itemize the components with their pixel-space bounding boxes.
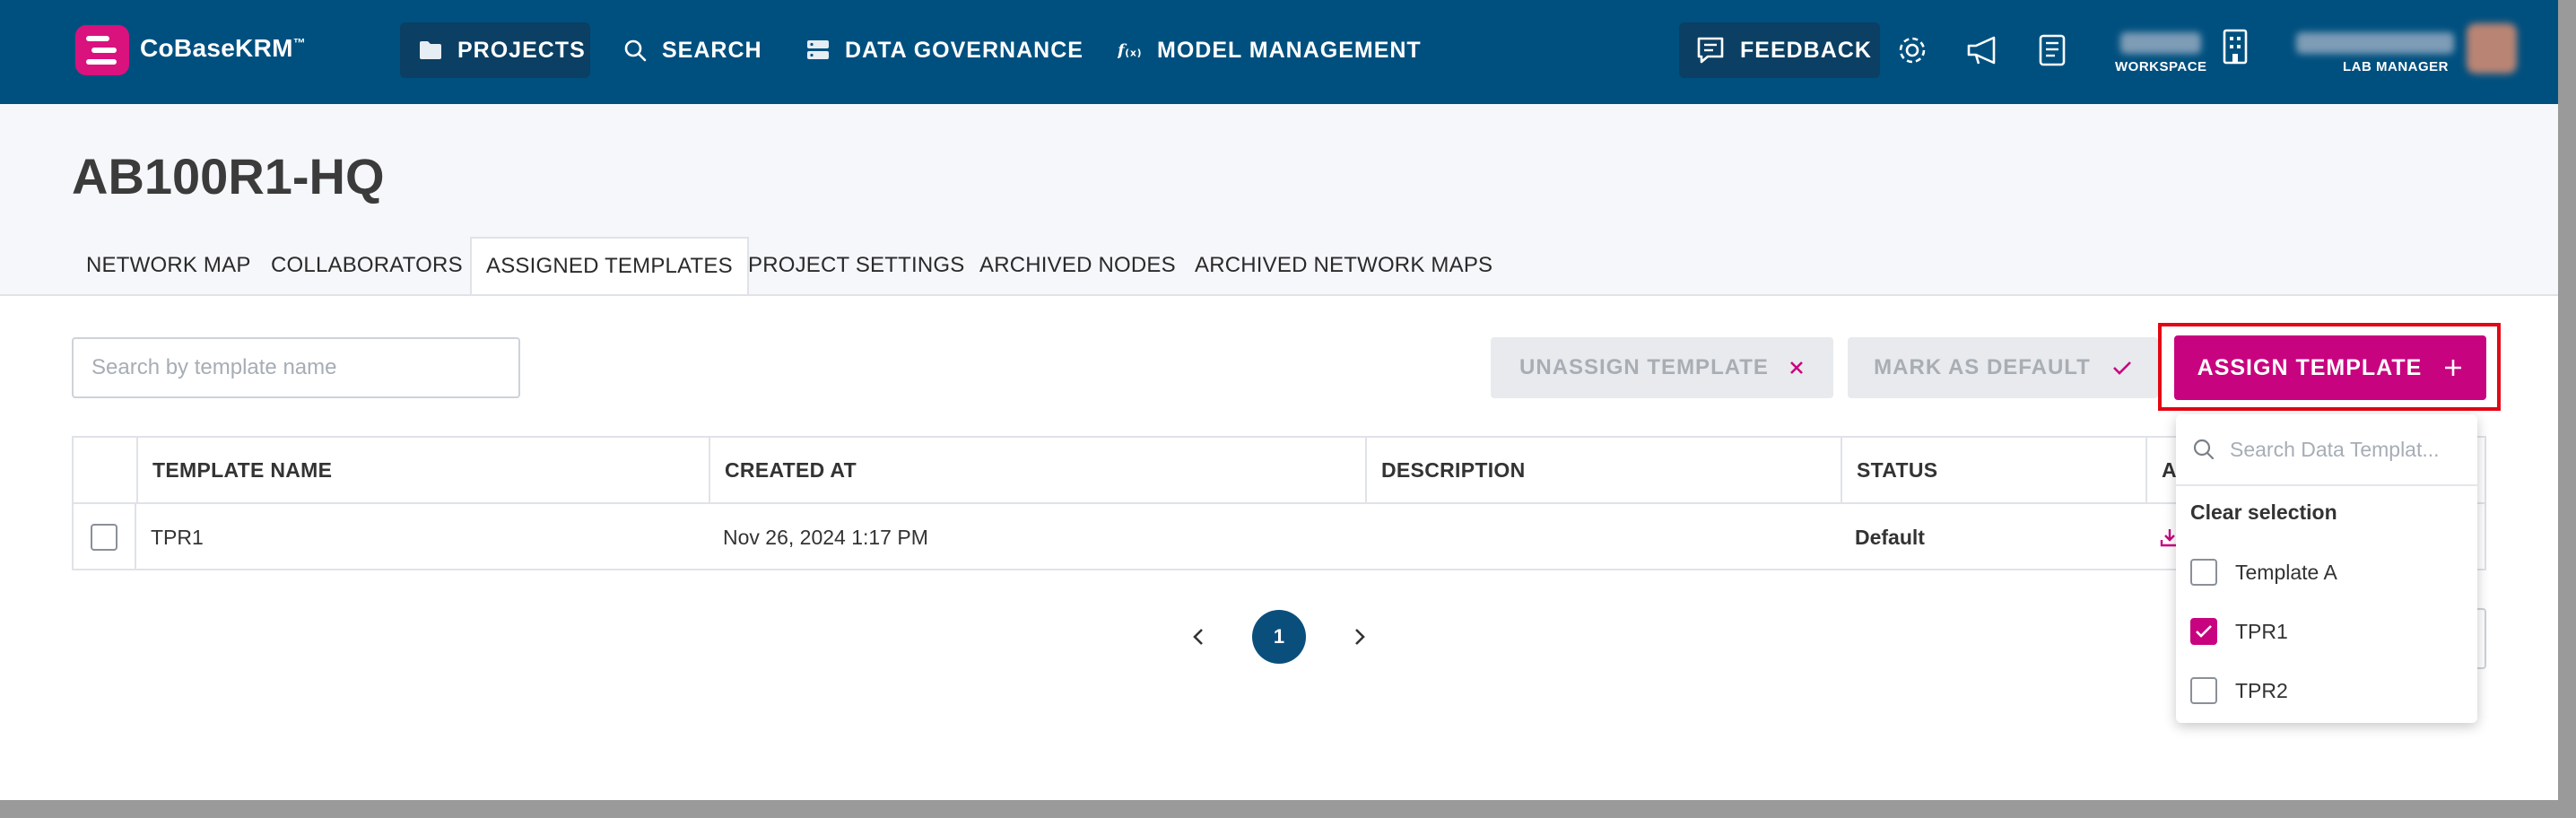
option-checkbox[interactable] — [2190, 559, 2217, 586]
option-tpr2[interactable]: TPR2 — [2190, 666, 2288, 716]
mark-as-default-button[interactable]: MARK AS DEFAULT — [1848, 337, 2158, 398]
tab-archived-nodes[interactable]: ARCHIVED NODES — [979, 239, 1176, 292]
assigned-templates-table: TEMPLATE NAME CREATED AT DESCRIPTION STA… — [72, 436, 2486, 570]
assign-template-dropdown: Search Data Templat... Clear selection T… — [2176, 414, 2477, 723]
tab-assigned-templates[interactable]: ASSIGNED TEMPLATES — [470, 237, 749, 294]
nav-projects[interactable]: PROJECTS — [400, 22, 590, 78]
column-template-name[interactable]: TEMPLATE NAME — [136, 438, 709, 502]
project-header: AB100R1-HQ NETWORK MAP COLLABORATORS ASS… — [0, 104, 2558, 296]
workspace-building-icon[interactable] — [2215, 27, 2255, 66]
nav-projects-label: PROJECTS — [457, 37, 586, 63]
settings-gear-icon[interactable] — [1893, 30, 1932, 70]
nav-model-management[interactable]: f (x) MODEL MANAGEMENT — [1118, 22, 1422, 78]
checkmark-icon — [2196, 625, 2212, 638]
option-checkbox[interactable] — [2190, 677, 2217, 704]
chevron-left-icon — [1193, 629, 1203, 645]
column-created-at[interactable]: CREATED AT — [709, 438, 1365, 502]
feedback-icon — [1695, 35, 1726, 65]
chevron-right-icon — [1355, 629, 1365, 645]
database-icon — [805, 38, 831, 63]
table-header: TEMPLATE NAME CREATED AT DESCRIPTION STA… — [74, 438, 2485, 504]
function-icon: f (x) — [1118, 38, 1143, 63]
tab-project-settings[interactable]: PROJECT SETTINGS — [748, 239, 964, 292]
search-icon — [622, 38, 648, 63]
app-window: CoBaseKRM™ PROJECTS SEARCH DATA GOVERNAN… — [0, 0, 2558, 800]
announcement-megaphone-icon[interactable] — [1964, 30, 2004, 70]
unassign-template-label: UNASSIGN TEMPLATE — [1519, 355, 1769, 379]
brand-logo-icon[interactable] — [75, 25, 129, 75]
highlight-annotation-box — [2158, 323, 2501, 411]
workspace-label: WORKSPACE — [2115, 59, 2207, 74]
pagination-prev-button[interactable] — [1171, 610, 1225, 664]
nav-search-label: SEARCH — [662, 37, 762, 63]
clear-selection-option[interactable]: Clear selection — [2190, 500, 2337, 525]
pagination-current-page[interactable]: 1 — [1252, 610, 1306, 664]
column-description[interactable]: DESCRIPTION — [1365, 438, 1841, 502]
nav-data-governance-label: DATA GOVERNANCE — [845, 37, 1083, 63]
folder-icon — [418, 38, 443, 63]
row-select-cell — [74, 504, 136, 570]
row-created-at: Nov 26, 2024 1:17 PM — [723, 525, 928, 549]
dropdown-search-input[interactable]: Search Data Templat... — [2176, 414, 2477, 486]
option-checkbox-checked[interactable] — [2190, 618, 2217, 645]
feedback-label: FEEDBACK — [1740, 37, 1872, 63]
row-template-name: TPR1 — [151, 525, 204, 549]
row-checkbox[interactable] — [91, 524, 117, 551]
svg-text:(x): (x) — [1125, 48, 1142, 59]
row-description — [1365, 504, 1379, 570]
option-template-a[interactable]: Template A — [2190, 547, 2337, 597]
row-action-cell — [2145, 504, 2180, 570]
option-label: TPR2 — [2235, 678, 2288, 702]
option-label: TPR1 — [2235, 619, 2288, 643]
user-role-label: LAB MANAGER — [2343, 59, 2449, 74]
nav-search[interactable]: SEARCH — [622, 22, 762, 78]
tab-collaborators[interactable]: COLLABORATORS — [271, 239, 463, 292]
nav-data-governance[interactable]: DATA GOVERNANCE — [805, 22, 1083, 78]
documentation-book-icon[interactable] — [2032, 30, 2072, 70]
feedback-button[interactable]: FEEDBACK — [1679, 22, 1880, 78]
option-tpr1[interactable]: TPR1 — [2190, 606, 2288, 657]
user-name-redacted — [2296, 32, 2454, 54]
option-label: Template A — [2235, 560, 2337, 584]
page-title: AB100R1-HQ — [72, 148, 385, 204]
workspace-name-redacted — [2120, 32, 2201, 54]
column-status[interactable]: STATUS — [1841, 438, 2145, 502]
dropdown-search-placeholder: Search Data Templat... — [2230, 437, 2440, 461]
brand-name[interactable]: CoBaseKRM™ — [140, 34, 306, 63]
pagination-next-button[interactable] — [1333, 610, 1387, 664]
user-avatar[interactable] — [2467, 23, 2517, 74]
search-icon — [2193, 439, 2215, 460]
select-column-header — [74, 438, 136, 502]
mark-as-default-label: MARK AS DEFAULT — [1874, 355, 2091, 379]
template-search-input[interactable]: Search by template name — [72, 337, 520, 398]
unassign-template-button[interactable]: UNASSIGN TEMPLATE — [1491, 337, 1833, 398]
checkmark-icon — [2112, 361, 2131, 375]
close-x-icon — [1790, 361, 1803, 374]
row-status: Default — [1855, 525, 1925, 549]
nav-model-management-label: MODEL MANAGEMENT — [1157, 37, 1422, 63]
tab-network-map[interactable]: NETWORK MAP — [86, 239, 251, 292]
tab-archived-network-maps[interactable]: ARCHIVED NETWORK MAPS — [1195, 239, 1493, 292]
top-navigation-bar: CoBaseKRM™ PROJECTS SEARCH DATA GOVERNAN… — [0, 0, 2558, 104]
